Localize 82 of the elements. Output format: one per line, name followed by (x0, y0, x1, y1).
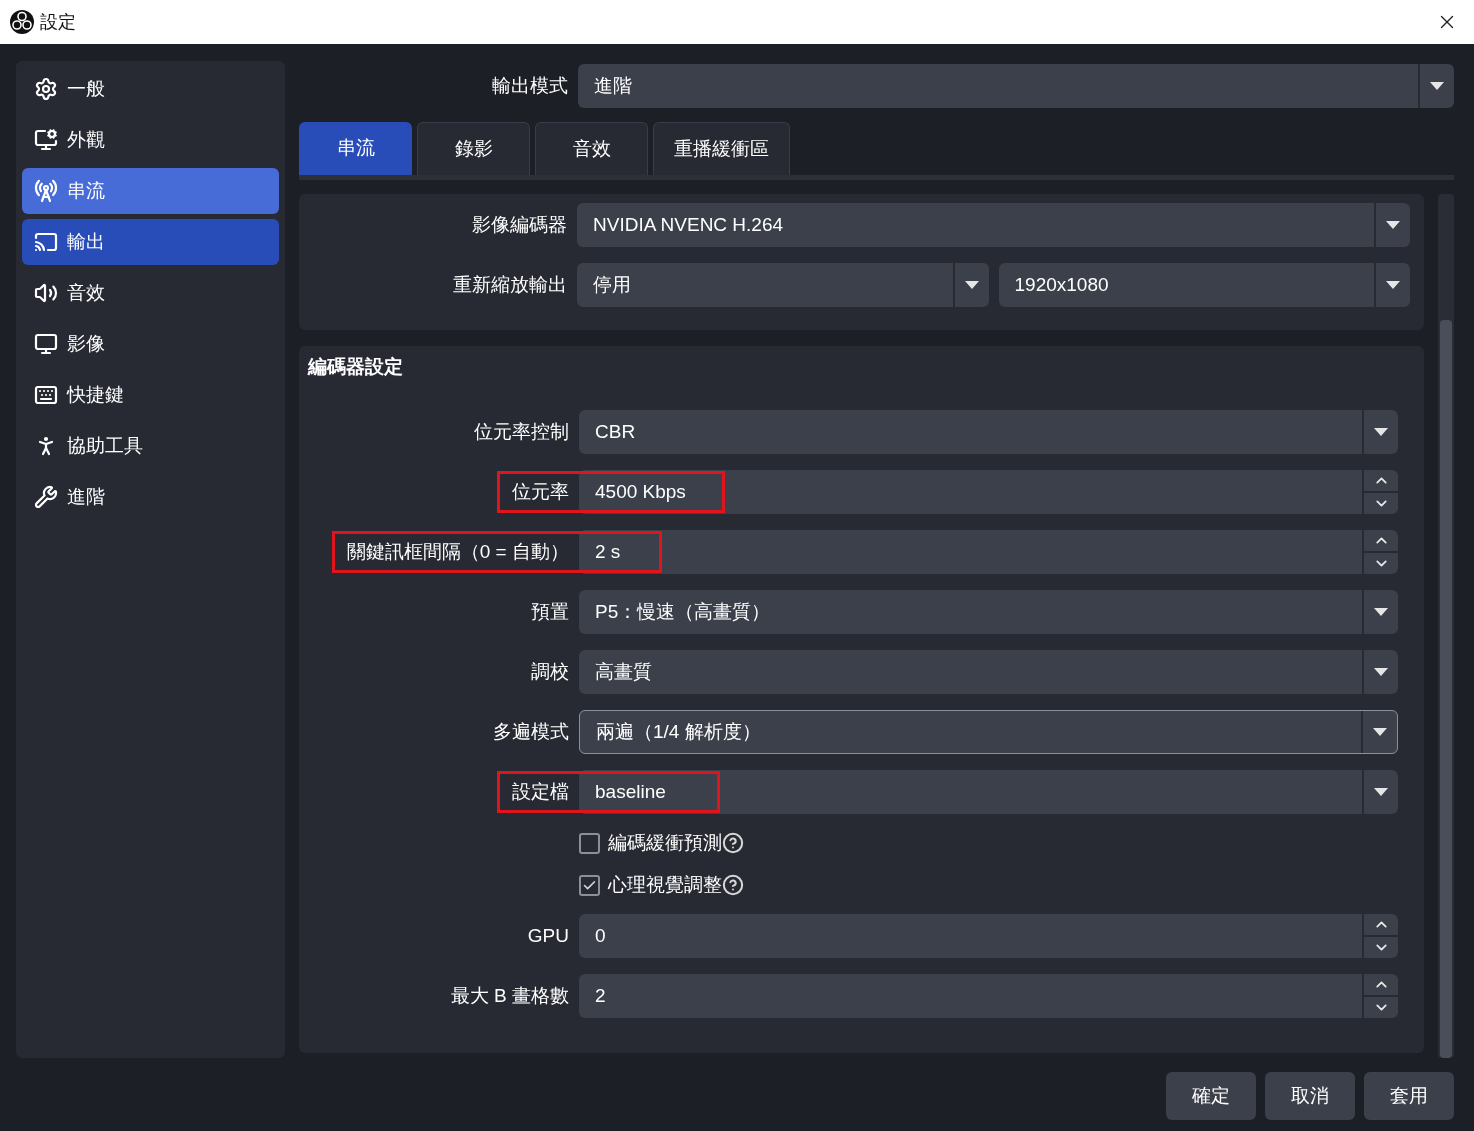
monitor-icon (34, 332, 58, 356)
dropdown-value: 1920x1080 (1013, 272, 1110, 297)
caret-icon (1374, 668, 1388, 676)
monitor-icon (34, 128, 58, 152)
field-label: GPU (527, 924, 569, 946)
gear-icon (34, 77, 58, 101)
antenna-icon (34, 179, 58, 203)
dropdown-value: baseline (594, 779, 667, 804)
tab[interactable]: 串流 (299, 122, 412, 175)
caret-icon (1374, 608, 1388, 616)
spin-box[interactable]: 2 (579, 974, 1398, 1018)
caret-icon (1386, 281, 1400, 289)
sidebar-item[interactable]: 進階 (22, 474, 279, 520)
logo-icon (10, 10, 34, 34)
field-label: 位元率控制 (474, 420, 569, 442)
dropdown[interactable]: 1920x1080 (998, 263, 1410, 307)
dialog-button[interactable]: 套用 (1364, 1072, 1454, 1120)
field-label: 關鍵訊框間隔（0 = 自動） (346, 540, 569, 562)
spin-box[interactable]: 0 (579, 914, 1398, 958)
checkbox-label: 心理視覺調整 (608, 872, 722, 897)
keyboard-icon (34, 383, 58, 407)
tab[interactable]: 重播緩衝區 (653, 122, 790, 175)
caret-icon (1386, 221, 1400, 229)
help-icon[interactable] (722, 874, 744, 896)
checkbox[interactable] (579, 832, 600, 854)
scrollbar-thumb[interactable] (1440, 320, 1452, 1058)
caret-icon (1374, 788, 1388, 796)
field-label: 影像編碼器 (472, 212, 567, 237)
scrollbar[interactable] (1438, 194, 1454, 1058)
dropdown[interactable]: 高畫質 (579, 650, 1398, 694)
field-label: 調校 (531, 660, 569, 682)
dropdown-value: 進階 (593, 73, 633, 98)
sidebar-item[interactable]: 一般 (22, 66, 279, 112)
cast-icon (34, 230, 58, 254)
sidebar-item[interactable]: 串流 (22, 168, 279, 214)
dropdown-value: 停用 (592, 272, 632, 297)
spin-box-value: 4500 Kbps (594, 479, 687, 504)
sidebar-item[interactable]: 快捷鍵 (22, 372, 279, 418)
field-label: 重新縮放輸出 (453, 272, 567, 297)
sidebar-item[interactable]: 外觀 (22, 117, 279, 163)
caret-icon (1430, 82, 1444, 90)
spin-box-value: 2 s (594, 539, 622, 564)
dropdown[interactable]: NVIDIA NVENC H.264 (577, 203, 1410, 247)
field-label: 設定檔 (512, 780, 569, 802)
dialog-button[interactable]: 確定 (1166, 1072, 1256, 1120)
tab[interactable]: 錄影 (417, 122, 530, 175)
spin-box[interactable]: 2 s (579, 530, 1398, 574)
wrench-icon (34, 485, 58, 509)
field-label: 位元率 (512, 480, 569, 502)
dropdown[interactable]: CBR (579, 410, 1398, 454)
spin-box[interactable]: 4500 Kbps (579, 470, 1398, 514)
dropdown-value: P5：慢速（高畫質） (594, 599, 772, 624)
sidebar-item[interactable]: 協助工具 (22, 423, 279, 469)
dialog-button[interactable]: 取消 (1265, 1072, 1355, 1120)
dropdown-value: NVIDIA NVENC H.264 (592, 212, 785, 237)
spin-box-value: 0 (594, 923, 607, 948)
caret-icon (1373, 728, 1387, 736)
checkbox-label: 編碼緩衝預測 (608, 830, 722, 855)
dropdown[interactable]: 進階 (578, 64, 1454, 108)
caret-icon (1374, 428, 1388, 436)
field-label: 多遍模式 (493, 720, 569, 742)
dropdown-value: CBR (594, 419, 637, 444)
spin-box-value: 2 (594, 983, 607, 1008)
dropdown[interactable]: P5：慢速（高畫質） (579, 590, 1398, 634)
window-title: 設定 (40, 10, 77, 34)
sidebar-item[interactable]: 音效 (22, 270, 279, 316)
sidebar-item[interactable]: 影像 (22, 321, 279, 367)
help-icon[interactable] (722, 832, 744, 854)
dropdown[interactable]: baseline (579, 770, 1398, 814)
speaker-icon (34, 281, 58, 305)
dropdown[interactable]: 停用 (577, 263, 989, 307)
section-title: 編碼器設定 (308, 355, 404, 379)
field-label: 預置 (531, 600, 569, 622)
field-label: 最大 B 畫格數 (450, 984, 569, 1006)
field-label: 輸出模式 (492, 73, 568, 98)
dropdown-value: 兩遍（1/4 解析度） (595, 719, 762, 744)
sidebar-item[interactable]: 輸出 (22, 219, 279, 265)
tab[interactable]: 音效 (535, 122, 648, 175)
dropdown-value: 高畫質 (594, 659, 653, 684)
caret-icon (964, 281, 979, 289)
checkbox[interactable] (579, 874, 600, 896)
dropdown[interactable]: 兩遍（1/4 解析度） (579, 710, 1398, 754)
